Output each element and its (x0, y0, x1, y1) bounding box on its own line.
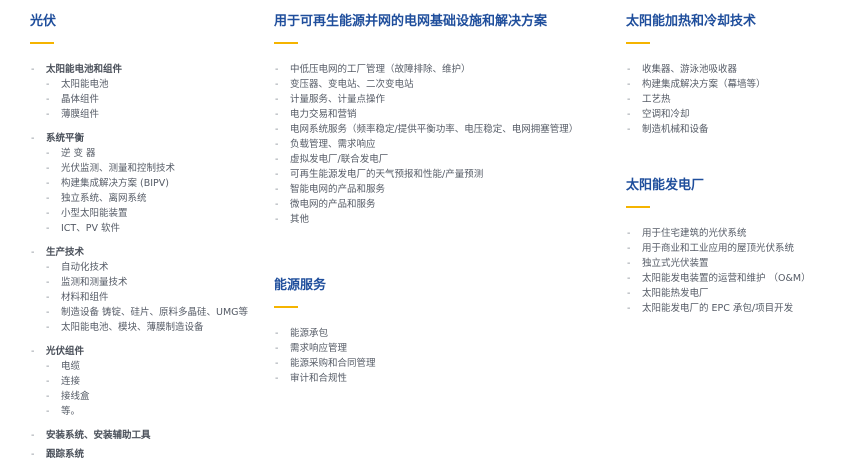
group-item-list: 太阳能电池晶体组件薄膜组件 (30, 77, 270, 122)
list-item: 构建集成解决方案（幕墙等） (626, 77, 851, 92)
group-heading: 光伏组件 (30, 344, 270, 359)
pv-group: 系统平衡逆 变 器光伏监测、测量和控制技术构建集成解决方案 (BIPV)独立系统… (30, 131, 270, 236)
list-item: 薄膜组件 (30, 107, 270, 122)
list-item: 接线盒 (30, 389, 270, 404)
list-item: 构建集成解决方案 (BIPV) (30, 176, 270, 191)
group-heading: 生产技术 (30, 245, 270, 260)
column-thermal: 太阳能加热和冷却技术 收集器、游泳池吸收器构建集成解决方案（幕墙等）工艺热空调和… (626, 10, 851, 316)
column-grid: 用于可再生能源并网的电网基础设施和解决方案 中低压电网的工厂管理（故障排除、维护… (274, 10, 614, 386)
pv-group: 太阳能电池和组件太阳能电池晶体组件薄膜组件 (30, 62, 270, 122)
list-item: 制造设备 铸锭、硅片、原料多晶硅、UMG等 (30, 305, 270, 320)
group-item-list: 自动化技术监测和测量技术材料和组件制造设备 铸锭、硅片、原料多晶硅、UMG等太阳… (30, 260, 270, 335)
list-item: 收集器、游泳池吸收器 (626, 62, 851, 77)
group-heading: 跟踪系统 (30, 447, 270, 462)
list-item: 工艺热 (626, 92, 851, 107)
thermal-item-list: 收集器、游泳池吸收器构建集成解决方案（幕墙等）工艺热空调和冷却制造机械和设备 (626, 62, 851, 137)
pv-group: 生产技术自动化技术监测和测量技术材料和组件制造设备 铸锭、硅片、原料多晶硅、UM… (30, 245, 270, 335)
list-item: 晶体组件 (30, 92, 270, 107)
pv-group: 跟踪系统 (30, 447, 270, 462)
title-accent-bar (274, 306, 298, 308)
plant-item-list: 用于住宅建筑的光伏系统用于商业和工业应用的屋顶光伏系统独立式光伏装置太阳能发电装… (626, 226, 851, 316)
list-item: 电力交易和营销 (274, 107, 614, 122)
section-pv: 光伏 太阳能电池和组件太阳能电池晶体组件薄膜组件系统平衡逆 变 器光伏监测、测量… (30, 10, 270, 462)
list-item: 材料和组件 (30, 290, 270, 305)
list-item: 微电网的产品和服务 (274, 197, 614, 212)
exhibition-categories-page: 光伏 太阳能电池和组件太阳能电池晶体组件薄膜组件系统平衡逆 变 器光伏监测、测量… (0, 0, 860, 465)
section-title-pv: 光伏 (30, 13, 57, 28)
pv-group: 光伏组件电缆连接接线盒等。 (30, 344, 270, 419)
list-item: 用于商业和工业应用的屋顶光伏系统 (626, 241, 851, 256)
energy-item-list: 能源承包需求响应管理能源采购和合同管理审计和合规性 (274, 326, 614, 386)
list-item: 逆 变 器 (30, 146, 270, 161)
grid-item-list: 中低压电网的工厂管理（故障排除、维护）变压器、变电站、二次变电站计量服务、计量点… (274, 62, 614, 227)
list-item: 电缆 (30, 359, 270, 374)
title-accent-bar (30, 42, 54, 44)
group-heading: 安装系统、安装辅助工具 (30, 428, 270, 443)
list-item: 太阳能热发电厂 (626, 286, 851, 301)
list-item: 电网系统服务（频率稳定/提供平衡功率、电压稳定、电网拥塞管理） (274, 122, 614, 137)
pv-group-list: 太阳能电池和组件太阳能电池晶体组件薄膜组件系统平衡逆 变 器光伏监测、测量和控制… (30, 62, 270, 462)
list-item: 可再生能源发电厂的天气预报和性能/产量预测 (274, 167, 614, 182)
list-item: 太阳能发电厂的 EPC 承包/项目开发 (626, 301, 851, 316)
pv-group: 安装系统、安装辅助工具 (30, 428, 270, 443)
list-item: 智能电网的产品和服务 (274, 182, 614, 197)
list-item: 能源采购和合同管理 (274, 356, 614, 371)
list-item: 自动化技术 (30, 260, 270, 275)
list-item: 其他 (274, 212, 614, 227)
section-title-power-plant: 太阳能发电厂 (626, 177, 705, 192)
section-title-thermal: 太阳能加热和冷却技术 (626, 13, 757, 28)
list-item: 能源承包 (274, 326, 614, 341)
list-item: 负载管理、需求响应 (274, 137, 614, 152)
list-item: 虚拟发电厂/联合发电厂 (274, 152, 614, 167)
section-thermal: 太阳能加热和冷却技术 收集器、游泳池吸收器构建集成解决方案（幕墙等）工艺热空调和… (626, 10, 851, 137)
list-item: 独立式光伏装置 (626, 256, 851, 271)
list-item: 变压器、变电站、二次变电站 (274, 77, 614, 92)
list-item: 需求响应管理 (274, 341, 614, 356)
list-item: 制造机械和设备 (626, 122, 851, 137)
list-item: 空调和冷却 (626, 107, 851, 122)
group-heading: 系统平衡 (30, 131, 270, 146)
section-title-grid: 用于可再生能源并网的电网基础设施和解决方案 (274, 13, 548, 28)
list-item: 用于住宅建筑的光伏系统 (626, 226, 851, 241)
list-item: 审计和合规性 (274, 371, 614, 386)
list-item: 中低压电网的工厂管理（故障排除、维护） (274, 62, 614, 77)
list-item: 监测和测量技术 (30, 275, 270, 290)
section-grid: 用于可再生能源并网的电网基础设施和解决方案 中低压电网的工厂管理（故障排除、维护… (274, 10, 614, 227)
group-heading: 太阳能电池和组件 (30, 62, 270, 77)
list-item: 光伏监测、测量和控制技术 (30, 161, 270, 176)
title-accent-bar (626, 42, 650, 44)
column-pv: 光伏 太阳能电池和组件太阳能电池晶体组件薄膜组件系统平衡逆 变 器光伏监测、测量… (30, 10, 270, 465)
list-item: 太阳能发电装置的运营和维护 （O&M） (626, 271, 851, 286)
section-power-plant: 太阳能发电厂 用于住宅建筑的光伏系统用于商业和工业应用的屋顶光伏系统独立式光伏装… (626, 174, 851, 316)
list-item: 独立系统、离网系统 (30, 191, 270, 206)
title-accent-bar (274, 42, 298, 44)
section-energy-services: 能源服务 能源承包需求响应管理能源采购和合同管理审计和合规性 (274, 274, 614, 386)
list-item: 计量服务、计量点操作 (274, 92, 614, 107)
group-item-list: 电缆连接接线盒等。 (30, 359, 270, 419)
list-item: 小型太阳能装置 (30, 206, 270, 221)
list-item: 太阳能电池 (30, 77, 270, 92)
section-title-energy-services: 能源服务 (274, 277, 327, 292)
list-item: 连接 (30, 374, 270, 389)
title-accent-bar (626, 206, 650, 208)
list-item: 等。 (30, 404, 270, 419)
group-item-list: 逆 变 器光伏监测、测量和控制技术构建集成解决方案 (BIPV)独立系统、离网系… (30, 146, 270, 236)
list-item: ICT、PV 软件 (30, 221, 270, 236)
list-item: 太阳能电池、模块、薄膜制造设备 (30, 320, 270, 335)
